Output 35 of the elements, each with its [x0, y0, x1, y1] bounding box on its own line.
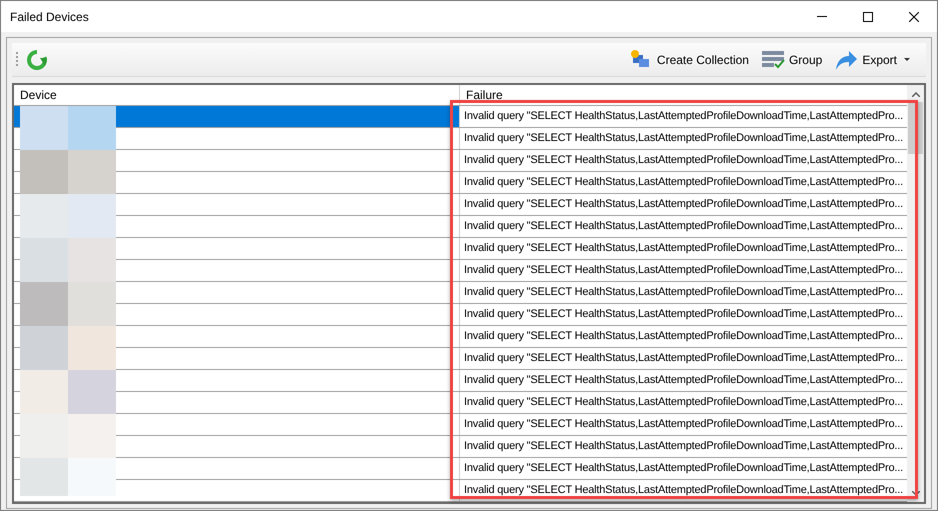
table-cell-text: Invalid query "SELECT HealthStatus,LastAttemptedProfileDownloadTime,LastAttemptedPro... — [463, 483, 904, 498]
table-cell-text: Invalid query "SELECT HealthStatus,LastAttemptedProfileDownloadTime,LastAttemptedPro... — [463, 263, 904, 278]
group-icon — [760, 50, 785, 70]
toolbar-button[interactable]: Group — [760, 46, 822, 72]
table-cell-text: Invalid query "SELECT HealthStatus,LastAttemptedProfileDownloadTime,LastAttemptedPro... — [463, 109, 904, 124]
table-cell-text: Invalid query "SELECT HealthStatus,LastAttemptedProfileDownloadTime,LastAttemptedPro... — [463, 461, 904, 476]
arrow-icon — [834, 48, 858, 70]
table-row-highlight[interactable] — [116, 106, 460, 127]
table-cell-text: Invalid query "SELECT HealthStatus,LastAttemptedProfileDownloadTime,LastAttemptedPro... — [463, 241, 904, 256]
minimize-icon — [817, 16, 827, 17]
window-title: Failed Devices — [10, 8, 89, 26]
column-header[interactable]: Device — [14, 85, 460, 105]
table-cell-text: Invalid query "SELECT HealthStatus,LastAttemptedProfileDownloadTime,LastAttemptedPro... — [463, 351, 904, 366]
refresh-icon — [26, 48, 48, 70]
table-cell-text: Invalid query "SELECT HealthStatus,LastAttemptedProfileDownloadTime,LastAttemptedPro... — [463, 285, 904, 300]
table-cell-text: Invalid query "SELECT HealthStatus,LastAttemptedProfileDownloadTime,LastAttemptedPro... — [463, 417, 904, 432]
table-cell-text: Invalid query "SELECT HealthStatus,LastAttemptedProfileDownloadTime,LastAttemptedPro... — [463, 175, 904, 190]
table-cell-text: Invalid query "SELECT HealthStatus,LastAttemptedProfileDownloadTime,LastAttemptedPro... — [463, 219, 904, 234]
scroll-up-icon — [912, 92, 920, 97]
table-cell-text: Invalid query "SELECT HealthStatus,LastAttemptedProfileDownloadTime,LastAttemptedPro... — [463, 131, 904, 146]
row-selection-edge — [14, 106, 20, 127]
maximize-icon — [863, 12, 873, 22]
table-cell-text: Invalid query "SELECT HealthStatus,LastAttemptedProfileDownloadTime,LastAttemptedPro... — [463, 307, 904, 322]
column-header[interactable]: Failure — [460, 85, 907, 105]
table-cell-text: Invalid query "SELECT HealthStatus,LastAttemptedProfileDownloadTime,LastAttemptedPro... — [463, 197, 904, 212]
scroll-down-icon — [912, 491, 920, 496]
table-cell-text: Invalid query "SELECT HealthStatus,LastAttemptedProfileDownloadTime,LastAttemptedPro... — [463, 439, 904, 454]
close-icon — [909, 12, 919, 22]
table-cell-text: Invalid query "SELECT HealthStatus,LastAttemptedProfileDownloadTime,LastAttemptedPro... — [463, 373, 904, 388]
toolbar-button[interactable]: Export — [834, 46, 910, 72]
table-cell-text: Invalid query "SELECT HealthStatus,LastAttemptedProfileDownloadTime,LastAttemptedPro... — [463, 395, 904, 410]
table-cell-text: Invalid query "SELECT HealthStatus,LastAttemptedProfileDownloadTime,LastAttemptedPro... — [463, 329, 904, 344]
caret-icon — [904, 58, 910, 61]
toolbar-button[interactable]: Create Collection — [628, 46, 749, 72]
table-cell-text: Invalid query "SELECT HealthStatus,LastAttemptedProfileDownloadTime,LastAttemptedPro... — [463, 153, 904, 168]
